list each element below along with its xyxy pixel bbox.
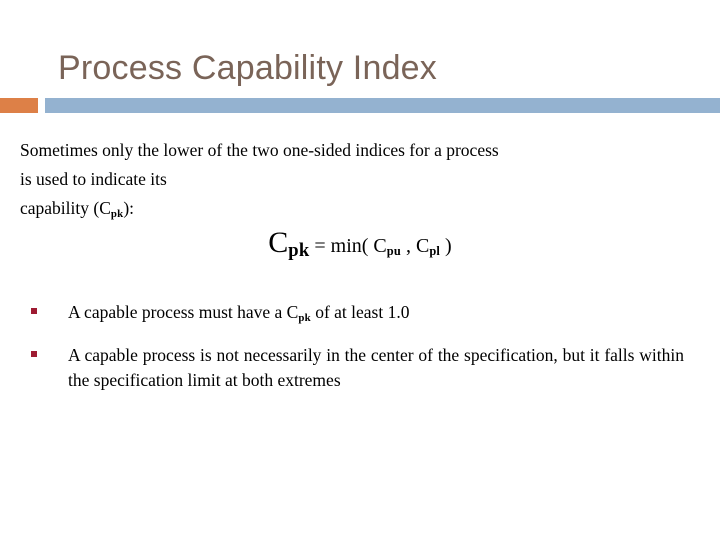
list-item-text: A capable process must have a Cpk of at … <box>68 300 684 325</box>
formula-lead-subscript: pk <box>288 240 310 262</box>
slide: Process Capability Index Sometimes only … <box>0 0 720 540</box>
square-bullet-icon <box>31 308 37 314</box>
formula-separator: , C <box>400 235 430 257</box>
accent-bar-orange <box>0 98 38 113</box>
formula-lead-letter: Cpk <box>268 226 310 262</box>
bullet-1-text-before: A capable process must have a C <box>68 302 299 322</box>
square-bullet-icon <box>31 351 37 357</box>
intro-line-3-subscript: pk <box>110 208 124 221</box>
formula-body: = min( Cpu , Cpl ) <box>309 235 452 259</box>
accent-bar-blue <box>45 98 720 113</box>
page-title: Process Capability Index <box>58 49 437 87</box>
formula-arg2-subscript: pl <box>429 244 441 259</box>
bullet-list: A capable process must have a Cpk of at … <box>0 300 720 411</box>
intro-line-3-prefix: capability (C <box>20 198 111 218</box>
intro-line-3: capability (Cpk): <box>20 194 692 223</box>
formula-close: ) <box>440 235 452 257</box>
bullet-1-subscript: pk <box>298 312 311 325</box>
bullet-1-text-after: of at least 1.0 <box>310 302 410 322</box>
intro-line-1: Sometimes only the lower of the two one-… <box>20 140 499 160</box>
intro-paragraph: Sometimes only the lower of the two one-… <box>20 136 692 223</box>
list-item: A capable process must have a Cpk of at … <box>0 300 720 325</box>
formula-lead-letter-glyph: C <box>268 226 289 259</box>
intro-line-2: is used to indicate its <box>20 169 167 189</box>
list-item-text: A capable process is not necessarily in … <box>68 345 684 390</box>
formula-operator: = min( C <box>309 235 387 257</box>
intro-line-3-suffix: ): <box>123 198 135 218</box>
formula-arg1-subscript: pu <box>386 244 401 259</box>
title-divider <box>0 98 720 113</box>
list-item: A capable process is not necessarily in … <box>0 343 720 393</box>
cpk-formula: Cpk = min( Cpu , Cpl ) <box>0 226 720 262</box>
